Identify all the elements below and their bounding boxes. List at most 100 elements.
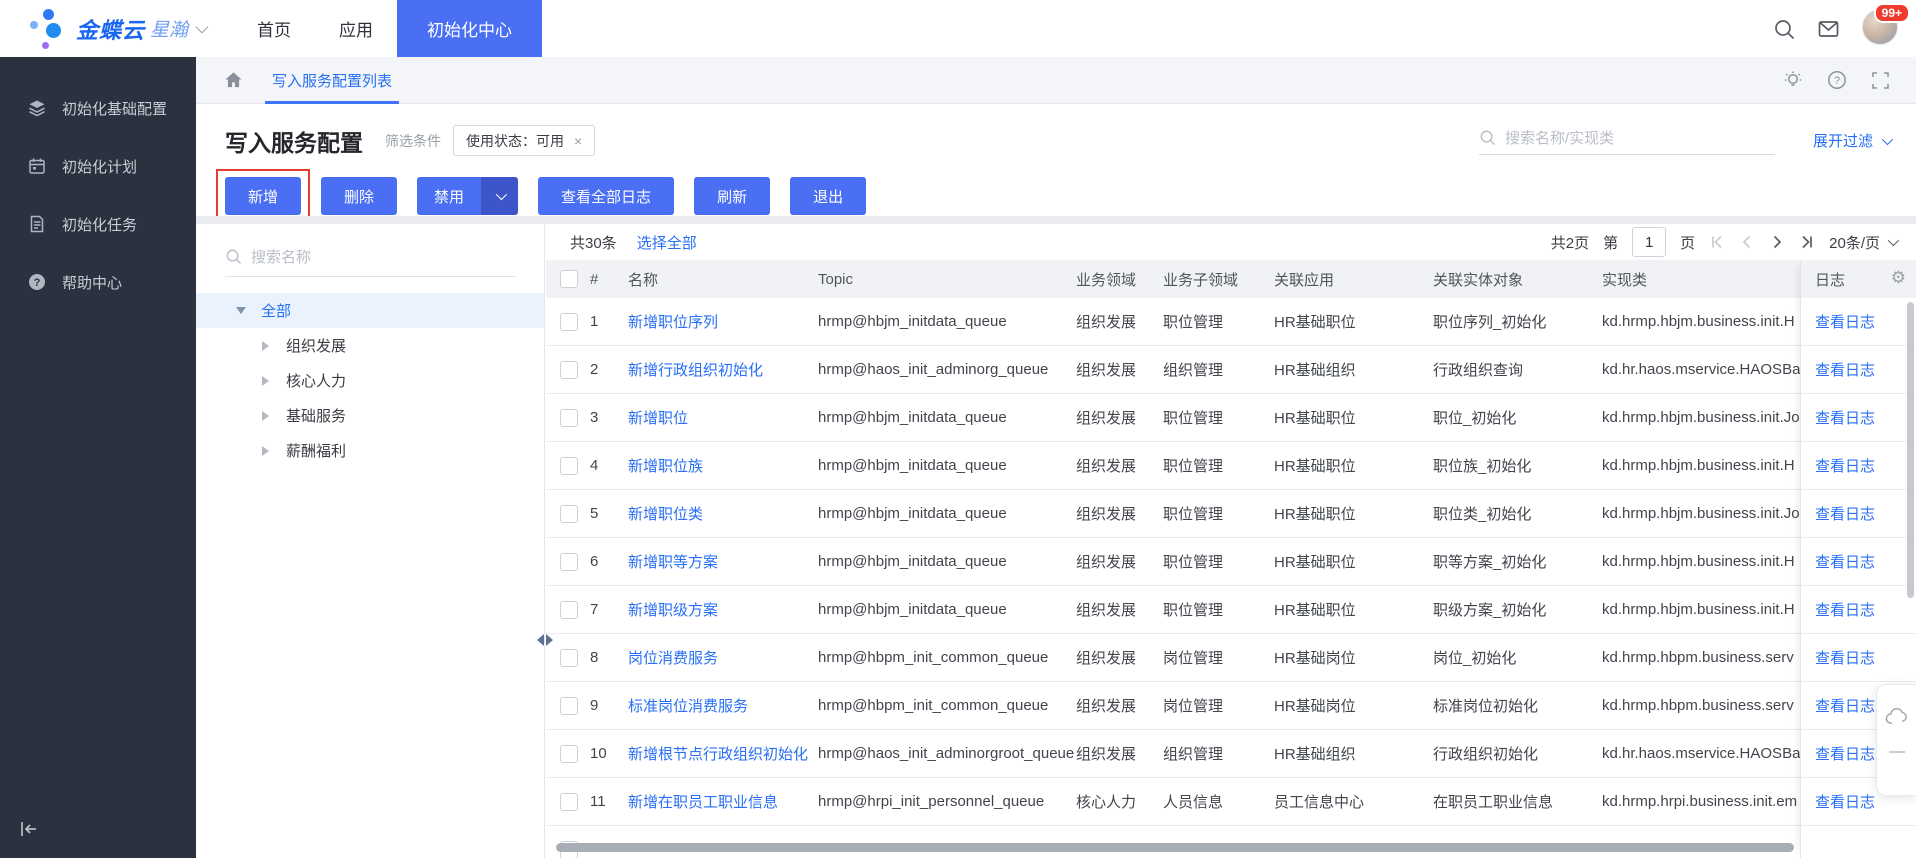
nav-init-center[interactable]: 初始化中心: [397, 0, 542, 57]
help-icon[interactable]: ?: [1827, 70, 1847, 90]
next-page-icon[interactable]: [1769, 234, 1785, 250]
view-log-link[interactable]: 查看日志: [1815, 791, 1875, 812]
fullscreen-icon[interactable]: [1871, 71, 1890, 90]
home-icon[interactable]: [224, 71, 243, 89]
expand-filter-link[interactable]: 展开过滤: [1813, 130, 1890, 151]
list-search-input[interactable]: 搜索名称/实现类: [1479, 127, 1775, 155]
row-name-link[interactable]: 标准岗位消费服务: [628, 698, 748, 715]
row-impl: kd.hrmp.hbjm.business.init.H: [1602, 553, 1802, 570]
row-name-link[interactable]: 新增在职员工职业信息: [628, 794, 778, 811]
row-name-link[interactable]: 新增行政组织初始化: [628, 362, 763, 379]
tree-node-org-development[interactable]: 组织发展: [196, 328, 544, 363]
tree-node-base-service[interactable]: 基础服务: [196, 398, 544, 433]
row-checkbox[interactable]: [560, 361, 578, 379]
view-log-link[interactable]: 查看日志: [1815, 503, 1875, 524]
sidebar-item-help-center[interactable]: ? 帮助中心: [0, 253, 196, 311]
column-header-impl[interactable]: 实现类: [1602, 269, 1802, 290]
tree-search-input[interactable]: 搜索名称: [225, 246, 515, 277]
column-header-domain[interactable]: 业务领域: [1076, 269, 1163, 290]
row-name-link[interactable]: 新增职位: [628, 410, 688, 427]
row-checkbox[interactable]: [560, 313, 578, 331]
expand-right-icon[interactable]: [546, 634, 553, 646]
collapse-left-icon[interactable]: [537, 634, 544, 646]
column-settings-gear-icon[interactable]: ⚙: [1891, 268, 1906, 288]
nav-home[interactable]: 首页: [233, 0, 315, 57]
column-header-num[interactable]: #: [590, 271, 628, 288]
sidebar-item-init-plan[interactable]: 初始化计划: [0, 137, 196, 195]
tree-collapse-icon[interactable]: [262, 411, 269, 421]
row-checkbox[interactable]: [560, 505, 578, 523]
row-checkbox[interactable]: [560, 409, 578, 427]
sidebar-item-init-task[interactable]: 初始化任务: [0, 195, 196, 253]
row-checkbox[interactable]: [560, 697, 578, 715]
filter-chip-close-icon[interactable]: ×: [574, 133, 582, 149]
row-app: 员工信息中心: [1274, 791, 1433, 812]
global-search-icon[interactable]: [1773, 18, 1795, 40]
view-log-link[interactable]: 查看日志: [1815, 551, 1875, 572]
theme-bulb-icon[interactable]: [1783, 70, 1803, 90]
row-name-link[interactable]: 新增职位类: [628, 506, 703, 523]
row-name-link[interactable]: 新增职级方案: [628, 602, 718, 619]
tab-write-service-config-list[interactable]: 写入服务配置列表: [269, 57, 395, 104]
nav-apps[interactable]: 应用: [315, 0, 397, 57]
column-header-subdomain[interactable]: 业务子领域: [1163, 269, 1274, 290]
row-app: HR基础岗位: [1274, 647, 1433, 668]
delete-button[interactable]: 删除: [321, 177, 397, 215]
sidebar-item-init-base-config[interactable]: 初始化基础配置: [0, 79, 196, 137]
select-all-link[interactable]: 选择全部: [637, 232, 697, 253]
tree-collapse-icon[interactable]: [262, 376, 269, 386]
tree-node-core-hr[interactable]: 核心人力: [196, 363, 544, 398]
view-log-link[interactable]: 查看日志: [1815, 407, 1875, 428]
horizontal-scrollbar[interactable]: [556, 843, 1794, 852]
row-name-link[interactable]: 岗位消费服务: [628, 650, 718, 667]
exit-button[interactable]: 退出: [790, 177, 866, 215]
row-checkbox[interactable]: [560, 601, 578, 619]
view-log-link[interactable]: 查看日志: [1815, 311, 1875, 332]
messages-icon[interactable]: [1817, 18, 1840, 40]
tree-collapse-icon[interactable]: [262, 446, 269, 456]
filter-chip-status[interactable]: 使用状态：可用 ×: [453, 125, 595, 156]
row-checkbox[interactable]: [560, 745, 578, 763]
view-all-logs-button[interactable]: 查看全部日志: [538, 177, 674, 215]
select-all-checkbox[interactable]: [560, 270, 578, 288]
row-name-link[interactable]: 新增职等方案: [628, 554, 718, 571]
vertical-scrollbar[interactable]: [1907, 302, 1914, 598]
disable-dropdown-arrow[interactable]: [481, 177, 518, 215]
refresh-button[interactable]: 刷新: [694, 177, 770, 215]
view-log-link[interactable]: 查看日志: [1815, 695, 1875, 716]
view-log-link[interactable]: 查看日志: [1815, 647, 1875, 668]
row-checkbox[interactable]: [560, 649, 578, 667]
first-page-icon[interactable]: [1709, 234, 1725, 250]
brand-logo[interactable]: 金蝶云 星瀚: [26, 7, 205, 51]
row-checkbox[interactable]: [560, 457, 578, 475]
view-log-link[interactable]: 查看日志: [1815, 599, 1875, 620]
prev-page-icon[interactable]: [1739, 234, 1755, 250]
tree-expand-icon[interactable]: [236, 307, 246, 314]
last-page-icon[interactable]: [1799, 234, 1815, 250]
view-log-link[interactable]: 查看日志: [1815, 743, 1875, 764]
disable-split-button[interactable]: 禁用: [417, 177, 518, 215]
disable-button-label[interactable]: 禁用: [417, 177, 481, 215]
column-header-name[interactable]: 名称: [628, 269, 818, 290]
row-name-link[interactable]: 新增职位序列: [628, 314, 718, 331]
table-row: 5 新增职位类 hrmp@hbjm_initdata_queue 组织发展 职位…: [546, 490, 1916, 538]
row-name-link[interactable]: 新增根节点行政组织初始化: [628, 746, 808, 763]
column-header-app[interactable]: 关联应用: [1274, 269, 1433, 290]
tree-node-all[interactable]: 全部: [196, 293, 544, 328]
brand-chevron-down-icon[interactable]: [196, 21, 209, 34]
row-checkbox[interactable]: [560, 553, 578, 571]
assistant-float-button[interactable]: [1876, 684, 1916, 796]
tree-collapse-icon[interactable]: [262, 341, 269, 351]
row-name-link[interactable]: 新增职位族: [628, 458, 703, 475]
column-header-topic[interactable]: Topic: [818, 271, 1076, 288]
sidebar-collapse-icon[interactable]: [18, 819, 40, 844]
tree-node-compensation[interactable]: 薪酬福利: [196, 433, 544, 468]
row-checkbox[interactable]: [560, 793, 578, 811]
page-size-select[interactable]: 20条/页: [1829, 232, 1896, 253]
panel-splitter[interactable]: [537, 634, 553, 646]
view-log-link[interactable]: 查看日志: [1815, 455, 1875, 476]
page-number-input[interactable]: 1: [1632, 227, 1666, 257]
view-log-link[interactable]: 查看日志: [1815, 359, 1875, 380]
column-header-entity[interactable]: 关联实体对象: [1433, 269, 1602, 290]
add-button[interactable]: 新增: [225, 177, 301, 215]
